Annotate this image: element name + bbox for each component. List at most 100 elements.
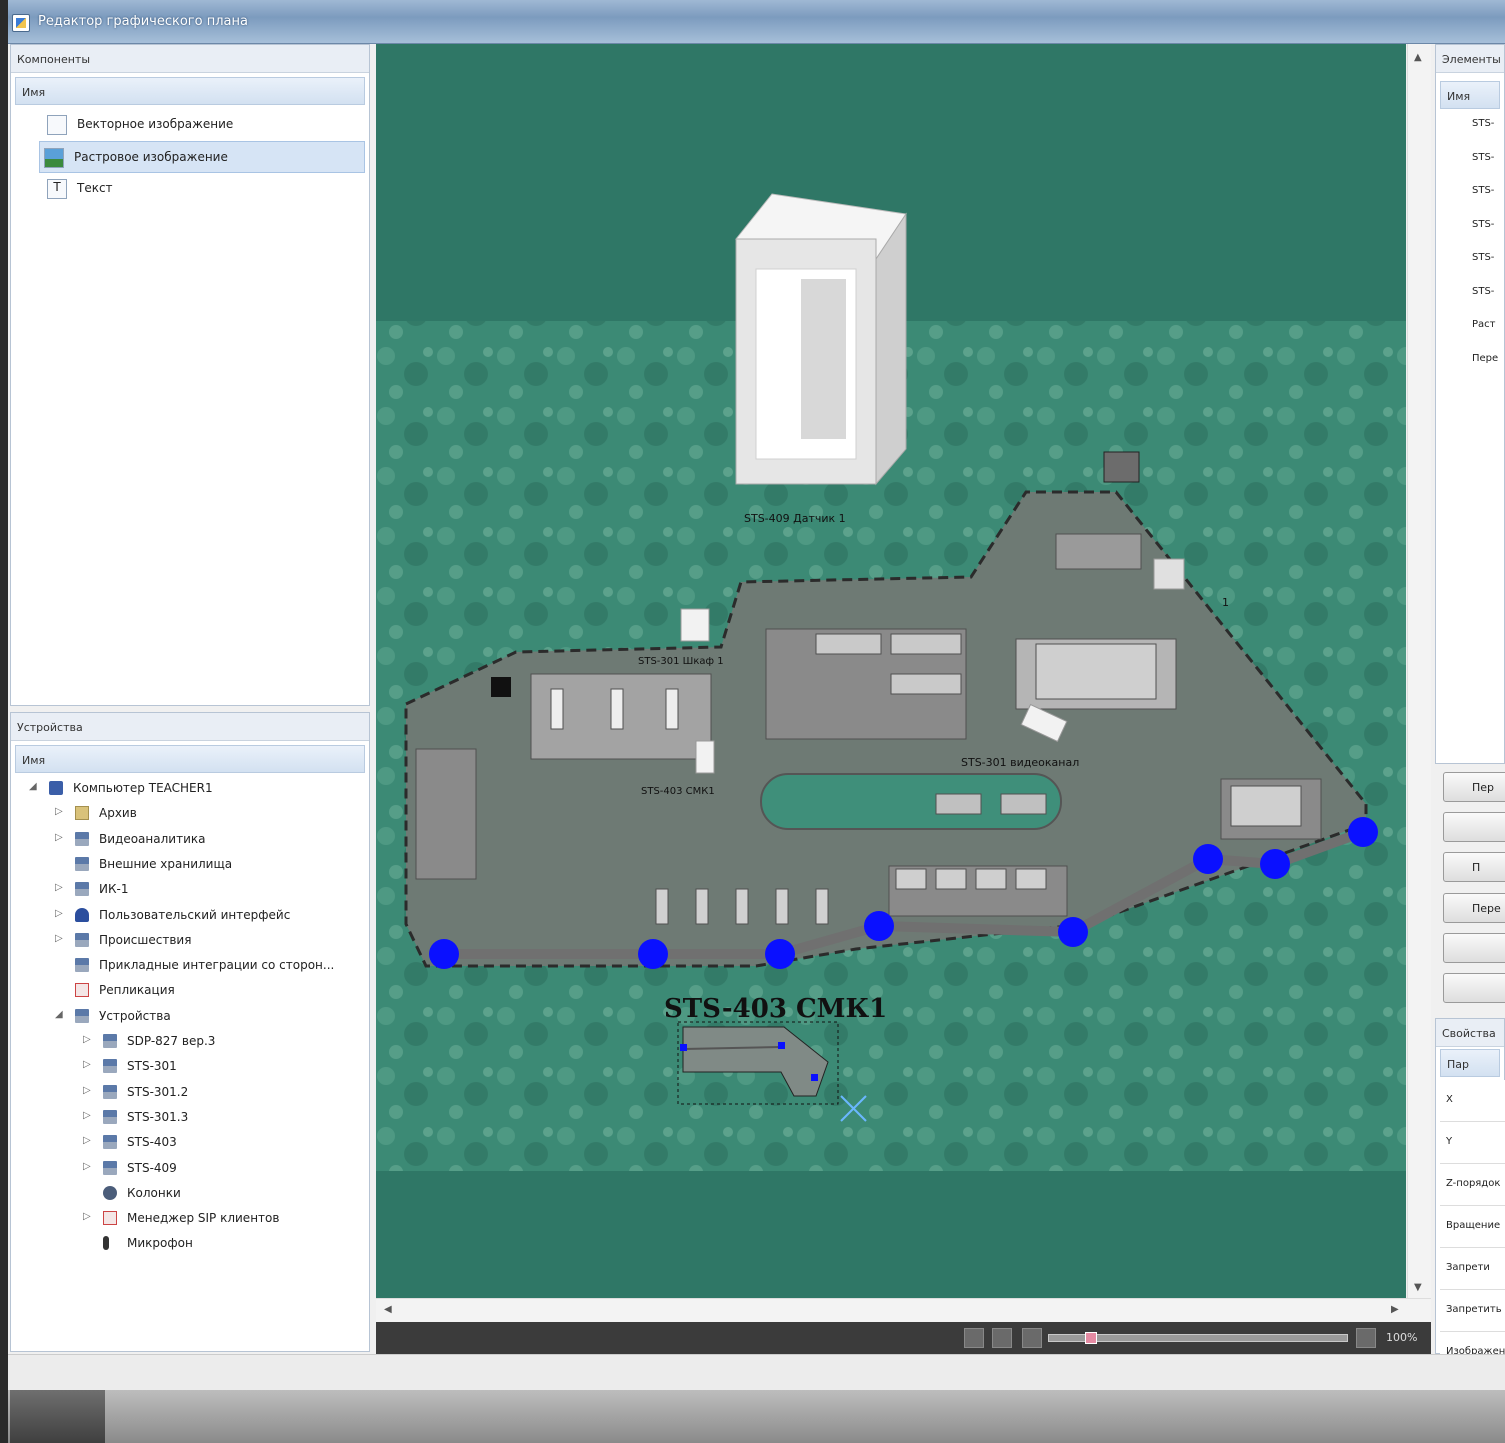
tree-item-label: Происшествия (99, 932, 192, 947)
computer-icon (49, 781, 63, 795)
element-list-item[interactable]: STS- (1464, 180, 1500, 204)
tree-expander-icon[interactable]: ◢ (55, 1009, 65, 1020)
speaker-icon (103, 1185, 117, 1200)
component-raster-image[interactable]: Растровое изображение (39, 141, 365, 173)
zoom-in-button[interactable] (1356, 1328, 1376, 1348)
canvas-vertical-scrollbar[interactable]: ▲ ▼ (1407, 44, 1431, 1298)
scroll-up-arrow[interactable]: ▲ (1414, 52, 1422, 63)
element-action-button[interactable] (1443, 973, 1505, 1003)
microphone-icon (103, 1236, 109, 1251)
next-button[interactable] (992, 1328, 1012, 1348)
tree-item-label: Внешние хранилища (99, 856, 233, 871)
tree-item-label: Архив (99, 806, 137, 821)
tree-item-label: Пользовательский интерфейс (99, 907, 291, 922)
element-item-label: STS- (1472, 118, 1495, 129)
component-text[interactable]: T Текст (15, 173, 365, 205)
right-device-label: 1 (1222, 596, 1229, 609)
element-action-button[interactable]: Пер (1443, 772, 1505, 802)
element-item-label: Пере (1472, 352, 1499, 364)
tree-expander-icon[interactable]: ▷ (83, 1034, 93, 1045)
tree-item-label: STS-301.2 (127, 1084, 189, 1099)
tree-expander-icon[interactable]: ▷ (55, 832, 65, 843)
sensor-label: STS-409 Датчик 1 (744, 512, 846, 525)
element-item-label: Раст (1472, 319, 1496, 330)
plan-canvas[interactable]: STS-409 Датчик 1 STS-301 Шкаф 1 STS-403 … (376, 44, 1406, 1298)
element-list-item[interactable]: STS- (1464, 247, 1500, 271)
components-panel-header: Компоненты (11, 45, 369, 73)
properties-column-header[interactable]: Пар (1440, 1049, 1500, 1077)
components-panel: Компоненты Имя Векторное изображение Рас… (10, 44, 370, 706)
tree-expander-icon[interactable]: ◢ (29, 781, 39, 792)
tree-expander-icon[interactable]: ▷ (83, 1135, 93, 1146)
tree-item-label: STS-409 (127, 1160, 177, 1175)
element-action-button[interactable]: Пере (1443, 893, 1505, 923)
tree-expander-icon[interactable]: ▷ (83, 1211, 93, 1222)
element-list-item[interactable]: Раст (1464, 314, 1500, 338)
tree-item-label: Репликация (99, 983, 175, 998)
vector-image-icon (47, 115, 67, 135)
device-group-icon (75, 958, 89, 973)
tree-expander-icon[interactable]: ▷ (55, 882, 65, 893)
scroll-left-arrow[interactable]: ◀ (384, 1304, 392, 1315)
raster-image-icon (44, 148, 64, 168)
tree-expander-icon[interactable]: ▷ (83, 1059, 93, 1070)
cmk-small-label: STS-403 СМК1 (641, 786, 715, 797)
tree-expander-icon[interactable]: ▷ (55, 908, 65, 919)
cabinet-device (680, 608, 710, 642)
tree-item-label: ИК-1 (99, 882, 129, 897)
element-item-label: STS- (1472, 252, 1495, 263)
top-camera (1103, 451, 1140, 483)
element-list-item[interactable]: STS- (1464, 147, 1500, 171)
selected-label: STS-403 СМК1 (664, 994, 887, 1024)
tree-expander-icon[interactable]: ▷ (83, 1110, 93, 1121)
start-button[interactable] (10, 1390, 105, 1443)
elements-panel: Элементы Имя STS- STS- STS- STS- STS- STS- Рас… (1435, 44, 1505, 764)
component-label: Векторное изображение (77, 117, 234, 131)
element-item-label: STS- (1472, 218, 1495, 230)
tree-expander-icon[interactable]: ▷ (55, 806, 65, 817)
element-list-item[interactable]: STS- (1464, 214, 1500, 238)
property-row[interactable]: Запретить масштаб (1440, 1290, 1505, 1332)
element-action-button[interactable] (1443, 933, 1505, 963)
tree-expander-icon[interactable]: ▷ (83, 1085, 93, 1096)
element-item-label: STS- (1472, 185, 1495, 196)
tree-item-label: STS-403 (127, 1135, 177, 1150)
element-item-label: STS- (1472, 285, 1495, 297)
zoom-toolbar: 100% (376, 1322, 1431, 1354)
element-list-item[interactable]: Пере (1464, 348, 1500, 372)
scroll-right-arrow[interactable]: ▶ (1391, 1304, 1399, 1315)
element-action-button[interactable] (1443, 812, 1505, 842)
prev-button[interactable] (964, 1328, 984, 1348)
tree-item-label: Устройства (99, 1008, 171, 1023)
device-group-icon (75, 932, 89, 947)
tree-expander-icon[interactable]: ▷ (83, 1161, 93, 1172)
element-list-item[interactable]: STS- (1464, 281, 1500, 305)
element-list-item[interactable]: STS- (1464, 113, 1500, 137)
tree-item-label: Компьютер TEACHER1 (73, 781, 213, 795)
devices-column-header[interactable]: Имя (15, 745, 365, 773)
canvas-horizontal-scrollbar[interactable]: ◀ ▶ (376, 1298, 1431, 1322)
devices-panel-header: Устройства (11, 713, 369, 741)
zoom-out-button[interactable] (1022, 1328, 1042, 1348)
zoom-slider[interactable] (1048, 1332, 1348, 1344)
element-action-button[interactable]: П (1443, 852, 1505, 882)
device-group-icon (103, 1034, 117, 1048)
scroll-down-arrow[interactable]: ▼ (1414, 1282, 1422, 1293)
component-vector-image[interactable]: Векторное изображение (15, 109, 365, 141)
elements-panel-header: Элементы (1436, 45, 1504, 73)
elements-column-header[interactable]: Имя (1440, 81, 1500, 109)
property-row[interactable]: Вращение (1440, 1206, 1505, 1248)
tree-item-label: Прикладные интеграции со сторон... (99, 958, 335, 973)
components-column-header[interactable]: Имя (15, 77, 365, 105)
property-row[interactable]: X (1440, 1080, 1505, 1122)
tree-item-label: Менеджер SIP клиентов (127, 1211, 280, 1226)
component-label: Текст (77, 181, 113, 195)
property-row[interactable]: Запрети (1440, 1248, 1505, 1290)
device-group-icon (103, 1059, 117, 1074)
tree-expander-icon[interactable]: ▷ (55, 933, 65, 944)
property-row[interactable]: Y (1440, 1122, 1505, 1164)
zoom-slider-thumb[interactable] (1085, 1332, 1097, 1344)
property-row[interactable]: Z-порядок (1440, 1164, 1505, 1206)
device-group-icon (103, 1135, 117, 1150)
tree-item-label: Видеоаналитика (99, 831, 206, 846)
